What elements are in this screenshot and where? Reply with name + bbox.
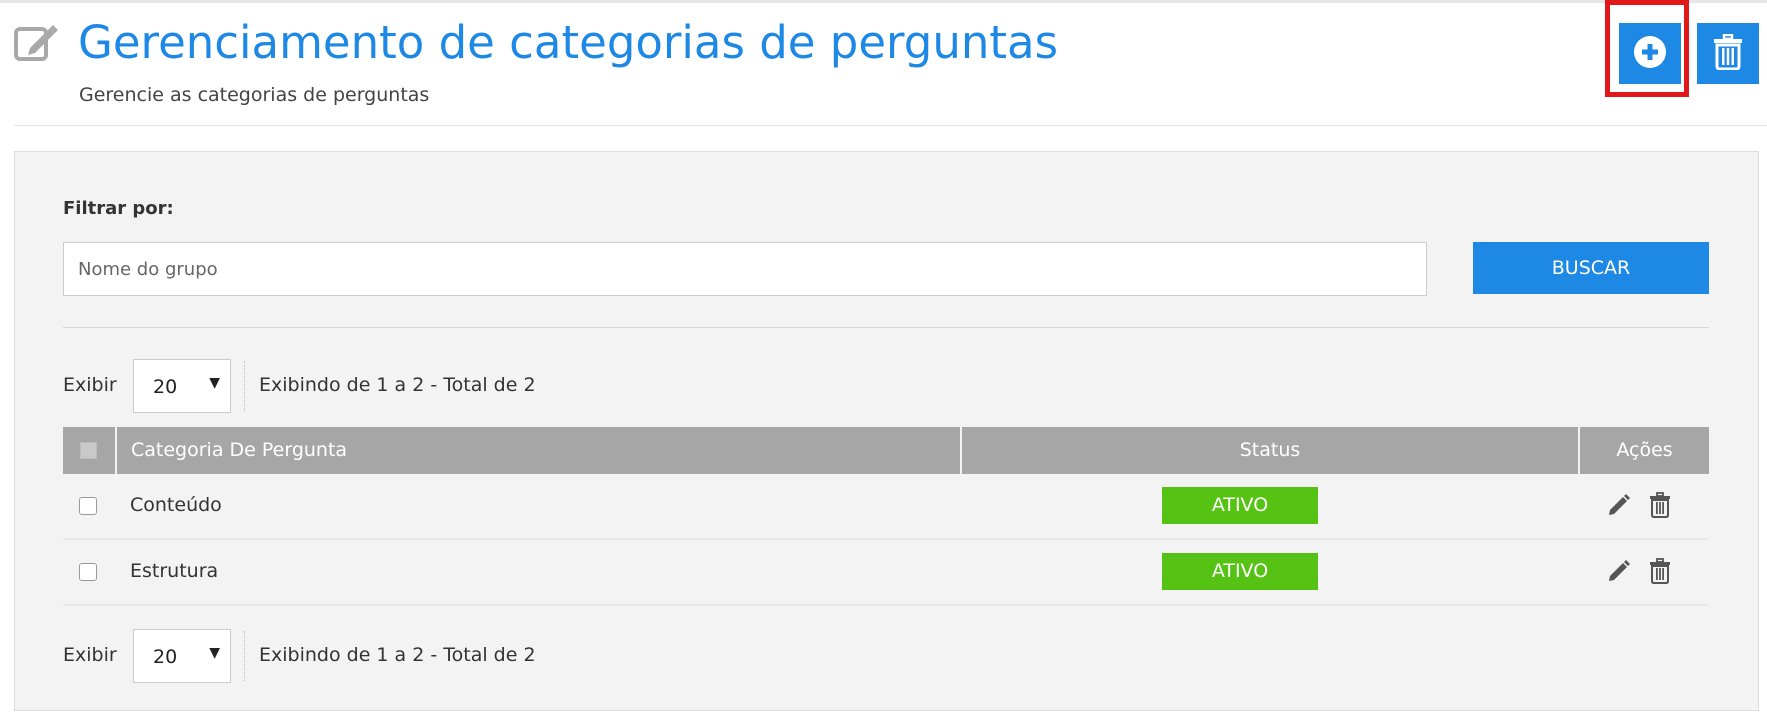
header-divider xyxy=(14,125,1767,126)
trash-icon[interactable] xyxy=(1649,558,1673,584)
category-name: Estrutura xyxy=(130,560,219,582)
pagination-top: Exibir 20 ▼ Exibindo de 1 a 2 - Total de… xyxy=(63,359,863,413)
page-title: Gerenciamento de categorias de perguntas xyxy=(78,16,1059,69)
pagination-info: Exibindo de 1 a 2 - Total de 2 xyxy=(259,644,536,666)
per-page-label: Exibir xyxy=(63,644,117,666)
per-page-select[interactable]: 20 ▼ xyxy=(133,359,231,413)
table-header: Categoria De Pergunta Status Ações xyxy=(63,427,1709,474)
trash-icon[interactable] xyxy=(1649,492,1673,518)
per-page-label: Exibir xyxy=(63,374,117,396)
table-row: Conteúdo ATIVO xyxy=(63,474,1709,540)
row-checkbox[interactable] xyxy=(79,563,97,581)
edit-square-icon xyxy=(14,22,58,62)
group-name-search-input[interactable] xyxy=(63,242,1427,296)
column-header-actions: Ações xyxy=(1616,439,1673,461)
pencil-icon[interactable] xyxy=(1607,558,1631,584)
highlight-box xyxy=(1605,0,1689,97)
categories-table: Categoria De Pergunta Status Ações Conte… xyxy=(63,427,1709,606)
top-border xyxy=(0,0,1767,3)
page-subtitle: Gerencie as categorias de perguntas xyxy=(79,84,430,106)
column-header-status[interactable]: Status xyxy=(962,427,1578,474)
pagination-info: Exibindo de 1 a 2 - Total de 2 xyxy=(259,374,536,396)
row-checkbox[interactable] xyxy=(79,497,97,515)
delete-selected-button[interactable] xyxy=(1697,23,1759,84)
trash-icon xyxy=(1713,33,1743,73)
table-row: Estrutura ATIVO xyxy=(63,540,1709,606)
per-page-select[interactable]: 20 ▼ xyxy=(133,629,231,683)
per-page-value: 20 xyxy=(153,646,178,668)
select-all-checkbox[interactable] xyxy=(80,442,97,459)
per-page-value: 20 xyxy=(153,376,178,398)
column-separator xyxy=(115,427,117,474)
header-checkbox-cell xyxy=(63,427,115,474)
column-header-category[interactable]: Categoria De Pergunta xyxy=(131,427,347,474)
status-badge: ATIVO xyxy=(1162,487,1318,524)
filter-panel: Filtrar por: BUSCAR Exibir 20 ▼ Exibindo… xyxy=(14,151,1759,711)
category-name: Conteúdo xyxy=(130,494,222,516)
pager-divider xyxy=(244,361,245,411)
status-badge: ATIVO xyxy=(1162,553,1318,590)
panel-divider xyxy=(63,327,1709,328)
filter-label: Filtrar por: xyxy=(63,198,174,219)
pencil-icon[interactable] xyxy=(1607,492,1631,518)
search-button[interactable]: BUSCAR xyxy=(1473,242,1709,294)
pagination-bottom: Exibir 20 ▼ Exibindo de 1 a 2 - Total de… xyxy=(63,629,863,683)
dropdown-arrow-icon: ▼ xyxy=(209,645,220,661)
dropdown-arrow-icon: ▼ xyxy=(209,375,220,391)
pager-divider xyxy=(244,631,245,681)
